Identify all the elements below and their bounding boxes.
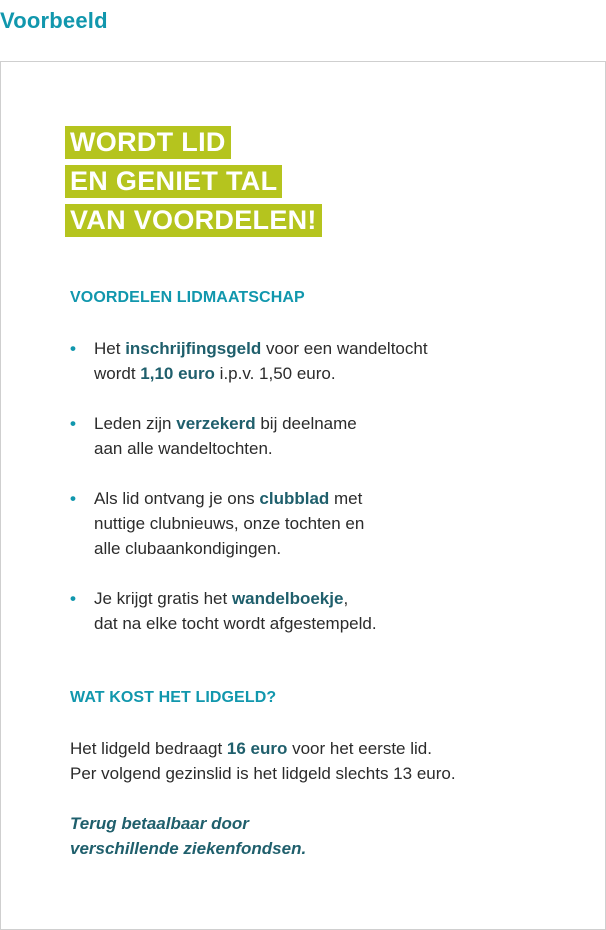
price-line: Per volgend gezinslid is het lidgeld sle… [70,764,456,783]
benefit-line: Leden zijn verzekerd bij deelname [94,411,550,436]
highlight-text: inschrijfingsgeld [125,339,262,358]
benefit-line: alle clubaankondigingen. [94,539,282,558]
text: voor een wandeltocht [261,339,428,358]
benefit-item-club-magazine: • Als lid ontvang je ons clubblad met nu… [70,486,550,561]
benefits-title: VOORDELEN LIDMAATSCHAP [70,289,305,306]
benefit-item-insurance: • Leden zijn verzekerd bij deelname aan … [70,411,550,461]
price-title: WAT KOST HET LIDGELD? [70,689,277,706]
price-line: Het lidgeld bedraagt 16 euro voor het ee… [70,736,570,761]
highlight-text: 1,10 euro [140,364,215,383]
benefit-item-registration-fee: • Het inschrijfingsgeld voor een wandelt… [70,336,550,386]
page-heading: Voorbeeld [0,8,108,33]
hero-line-1: WORDT LID [65,126,231,159]
benefit-line: wordt 1,10 euro i.p.v. 1,50 euro. [94,361,550,386]
hero-banner: WORDT LID EN GENIET TAL VAN VOORDELEN! [65,126,322,243]
bullet-icon: • [70,414,76,433]
bullet-icon: • [70,589,76,608]
text: Je krijgt gratis het [94,589,232,608]
note-line: Terug betaalbaar door [70,814,249,833]
benefits-list: • Het inschrijfingsgeld voor een wandelt… [70,336,550,661]
text: Leden zijn [94,414,177,433]
benefit-line: Je krijgt gratis het wandelboekje, [94,586,550,611]
text: Het lidgeld bedraagt [70,739,227,758]
hero-line-3: VAN VOORDELEN! [65,204,322,237]
benefit-line: aan alle wandeltochten. [94,439,273,458]
benefit-item-walking-booklet: • Je krijgt gratis het wandelboekje, dat… [70,586,550,636]
highlight-text: wandelboekje [231,589,344,608]
highlight-text: 16 euro [226,739,288,758]
reimbursement-note: Terug betaalbaar door verschillende ziek… [70,811,306,861]
text: Het [94,339,126,358]
bullet-icon: • [70,489,76,508]
benefit-line: Als lid ontvang je ons clubblad met [94,486,550,511]
text: i.p.v. 1,50 euro. [214,364,336,383]
bullet-icon: • [70,339,76,358]
text: wordt [94,364,141,383]
highlight-text: verzekerd [176,414,256,433]
benefit-line: nuttige clubnieuws, onze tochten en [94,514,365,533]
text: met [329,489,363,508]
text: , [343,589,349,608]
note-line: verschillende ziekenfondsen. [70,839,307,858]
flyer-card: WORDT LID EN GENIET TAL VAN VOORDELEN! V… [0,61,606,930]
highlight-text: clubblad [259,489,330,508]
benefit-line: dat na elke tocht wordt afgestempeld. [94,614,377,633]
hero-line-2: EN GENIET TAL [65,165,283,198]
text: Als lid ontvang je ons [94,489,260,508]
benefit-line: Het inschrijfingsgeld voor een wandeltoc… [94,336,550,361]
text: bij deelname [255,414,357,433]
price-text: Het lidgeld bedraagt 16 euro voor het ee… [70,736,570,786]
text: voor het eerste lid. [287,739,432,758]
